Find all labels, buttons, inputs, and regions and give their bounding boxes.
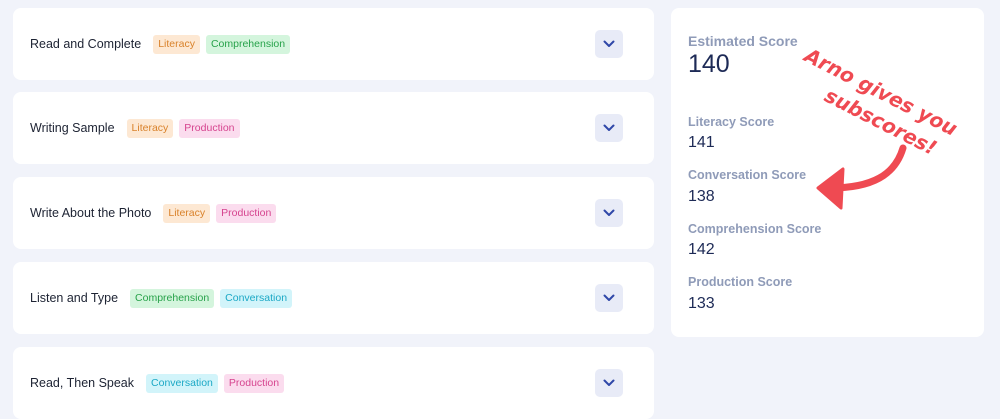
literacy-score-label: Literacy Score [688, 115, 775, 129]
task-card-listen-and-type: Listen and Type Comprehension Conversati… [13, 262, 654, 334]
tag-comprehension: Comprehension [130, 288, 215, 308]
expand-button[interactable] [595, 369, 623, 397]
production-score-value: 133 [688, 295, 715, 312]
chevron-down-icon [603, 124, 615, 131]
conversation-score-label: Conversation Score [688, 168, 807, 182]
task-title: Writing Sample [30, 121, 115, 135]
tag-production: Production [223, 373, 285, 393]
task-card-read-and-complete: Read and Complete Literacy Comprehension [13, 8, 654, 80]
tag-literacy: Literacy [126, 118, 174, 138]
chevron-down-icon [603, 209, 615, 216]
chevron-down-icon [603, 294, 615, 301]
task-card-read-then-speak: Read, Then Speak Conversation Production [13, 347, 654, 419]
tag-comprehension: Comprehension [205, 34, 291, 54]
chevron-down-icon [603, 379, 615, 386]
task-title: Listen and Type [30, 291, 119, 305]
task-card-writing-sample: Writing Sample Literacy Production [13, 92, 654, 164]
task-title: Read, Then Speak [30, 376, 135, 390]
tag-literacy: Literacy [153, 34, 200, 54]
tag-conversation: Conversation [220, 288, 293, 308]
chevron-down-icon [603, 40, 615, 47]
tag-production: Production [216, 203, 277, 223]
score-panel: Estimated Score 140 Literacy Score 141 C… [671, 8, 984, 337]
expand-button[interactable] [595, 284, 623, 312]
estimated-score-label: Estimated Score [688, 33, 798, 49]
tag-literacy: Literacy [163, 203, 211, 223]
conversation-score-value: 138 [688, 188, 715, 205]
production-score-label: Production Score [688, 275, 793, 289]
task-title: Write About the Photo [30, 206, 152, 220]
comprehension-score-label: Comprehension Score [688, 222, 822, 236]
task-title: Read and Complete [30, 37, 142, 51]
tag-production: Production [179, 118, 240, 138]
expand-button[interactable] [595, 30, 623, 58]
literacy-score-value: 141 [688, 134, 715, 151]
expand-button[interactable] [595, 114, 623, 142]
task-card-write-about-the-photo: Write About the Photo Literacy Productio… [13, 177, 654, 249]
estimated-score-value: 140 [688, 50, 730, 78]
expand-button[interactable] [595, 199, 623, 227]
comprehension-score-value: 142 [688, 241, 715, 258]
tag-conversation: Conversation [146, 373, 218, 393]
